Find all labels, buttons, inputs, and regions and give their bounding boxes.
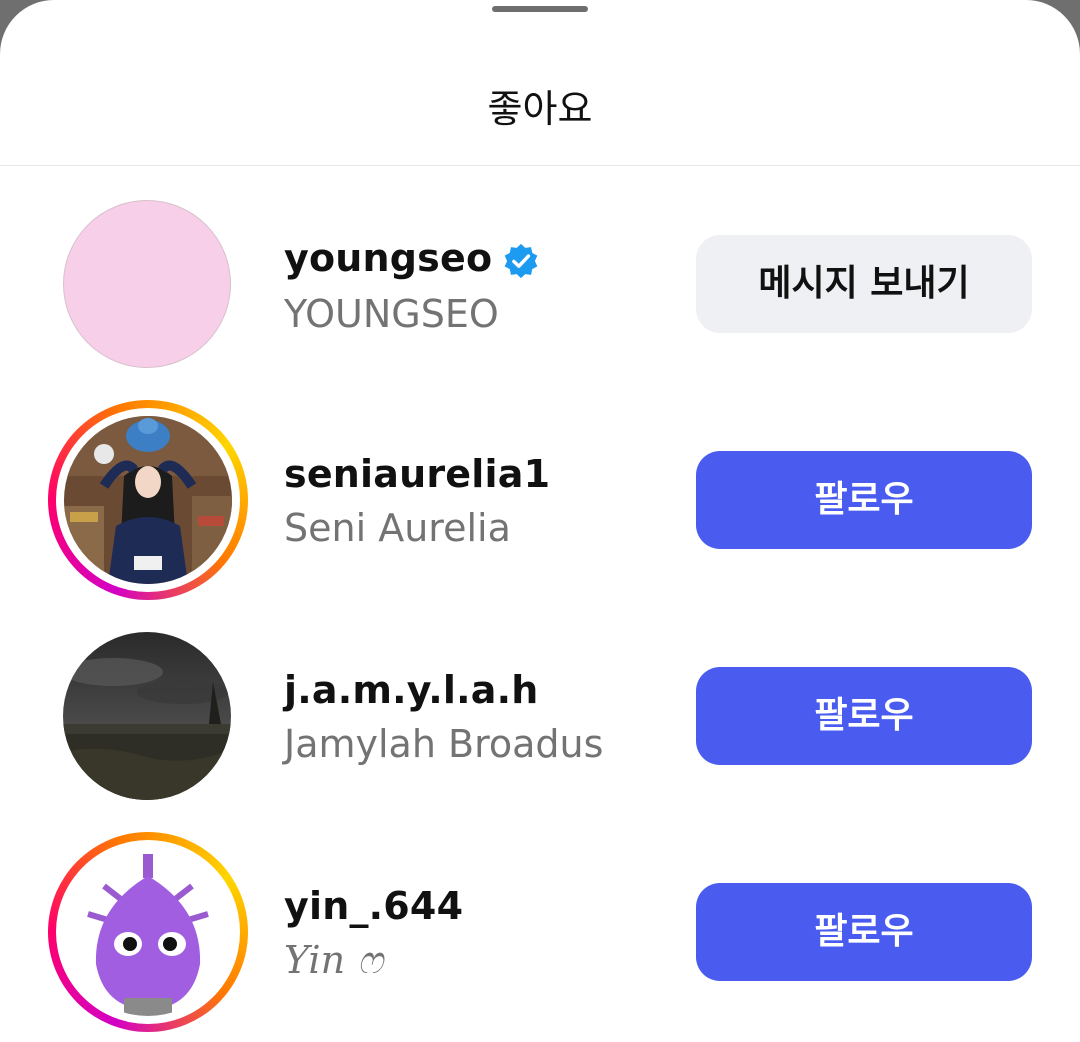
username[interactable]: yin_.644: [284, 884, 463, 928]
list-item-user[interactable]: yin_.644 Yin ෆ 팔로우: [0, 832, 1080, 1042]
avatar[interactable]: [64, 416, 232, 584]
username[interactable]: seniaurelia1: [284, 452, 550, 496]
follow-button[interactable]: 팔로우: [696, 667, 1032, 765]
list-item-user[interactable]: j.a.m.y.l.a.h Jamylah Broadus 팔로우: [0, 616, 1080, 832]
list-item-user[interactable]: youngseo YOUNGSEO 메시지 보내기: [0, 200, 1080, 416]
header-divider: [0, 165, 1080, 166]
full-name: Seni Aurelia: [284, 506, 511, 550]
avatar-photo: [64, 416, 232, 584]
avatar[interactable]: [63, 200, 231, 368]
full-name: Yin ෆ: [284, 938, 383, 982]
follow-button[interactable]: 팔로우: [696, 883, 1032, 981]
verified-badge-icon: [504, 243, 538, 278]
send-message-button[interactable]: 메시지 보내기: [696, 235, 1032, 333]
story-ring[interactable]: [48, 400, 248, 600]
sheet-drag-handle[interactable]: [492, 6, 588, 12]
sheet-title: 좋아요: [487, 87, 593, 131]
list-item-user[interactable]: seniaurelia1 Seni Aurelia 팔로우: [0, 400, 1080, 616]
username[interactable]: j.a.m.y.l.a.h: [284, 668, 538, 712]
likes-bottom-sheet: 좋아요 youngseo YOUNGSEO 메시지 보내기 seniaureli…: [0, 0, 1080, 1042]
follow-button[interactable]: 팔로우: [696, 451, 1032, 549]
avatar[interactable]: [63, 632, 231, 800]
full-name: YOUNGSEO: [284, 292, 499, 336]
full-name: Jamylah Broadus: [284, 722, 604, 766]
username-text[interactable]: youngseo: [284, 236, 492, 280]
avatar-photo: [63, 632, 231, 800]
avatar[interactable]: [64, 848, 232, 1016]
story-ring[interactable]: [48, 832, 248, 1032]
username[interactable]: youngseo: [284, 236, 540, 280]
avatar-photo: [64, 848, 232, 1016]
